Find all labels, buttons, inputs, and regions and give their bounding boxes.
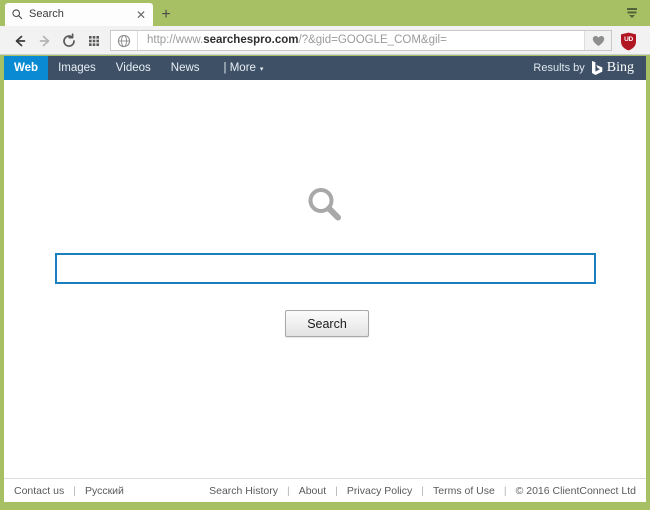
results-by-attribution: Results by Bing [533,56,646,80]
footer-separator: | [73,484,76,497]
tab-title: Search [29,8,64,20]
address-bar[interactable]: http://www.searchespro.com/?&gid=GOOGLE_… [110,30,612,51]
arrow-right-icon[interactable] [36,32,54,50]
reload-icon[interactable] [60,32,78,50]
footer-link-russian[interactable]: Русский [85,485,124,497]
search-input[interactable] [57,255,594,282]
footer-separator: | [335,484,338,497]
browser-tab-search[interactable]: Search ✕ [5,3,153,26]
extension-badge-label: UD [624,36,633,43]
footer-separator: | [286,484,290,497]
results-by-label: Results by [533,62,585,74]
nav-item-images[interactable]: Images [48,56,106,80]
nav-more-label: | More [223,62,256,74]
url-text[interactable]: http://www.searchespro.com/?&gid=GOOGLE_… [138,31,584,50]
search-button[interactable]: Search [285,310,369,337]
bing-wordmark: Bing [606,60,634,75]
footer-right-links: Search History | About | Privacy Policy … [209,479,636,502]
page-viewport: Web Images Videos News | More ▾ Results … [4,56,646,502]
arrow-left-icon[interactable] [11,32,29,50]
globe-icon[interactable] [111,31,138,50]
tab-strip: Search ✕ + [0,0,650,26]
footer-link-search-history[interactable]: Search History [209,485,278,497]
footer-left-links: Contact us | Русский [14,479,124,502]
site-navigation-bar: Web Images Videos News | More ▾ Results … [4,56,646,80]
close-icon[interactable]: ✕ [135,9,147,21]
footer-link-privacy-policy[interactable]: Privacy Policy [347,485,412,497]
page-content: Search Contact us | Русский Search Histo… [4,80,646,502]
nav-item-news[interactable]: News [161,56,210,80]
apps-grid-icon[interactable] [85,32,103,50]
chevron-down-icon: ▾ [259,66,264,73]
browser-window: Search ✕ + http://www.searchespro.com/?&… [0,0,650,510]
footer-link-about[interactable]: About [299,485,326,497]
nav-item-more[interactable]: | More ▾ [210,56,272,80]
search-magnifier-icon [11,8,24,21]
footer-copyright: © 2016 ClientConnect Ltd [515,484,636,497]
footer-separator: | [503,484,507,497]
heart-icon[interactable] [584,31,611,50]
magnifier-logo-icon [4,184,646,226]
footer-link-contact-us[interactable]: Contact us [14,485,64,497]
browser-toolbar: http://www.searchespro.com/?&gid=GOOGLE_… [0,26,650,55]
hamburger-menu-icon[interactable] [622,4,642,22]
nav-item-web[interactable]: Web [4,56,49,80]
nav-item-videos[interactable]: Videos [106,56,161,80]
new-tab-button[interactable]: + [157,6,175,24]
footer-link-terms-of-use[interactable]: Terms of Use [433,485,495,497]
search-box[interactable] [55,253,596,284]
bing-mark-icon [591,61,603,75]
shield-icon[interactable]: UD [620,32,637,51]
page-footer: Contact us | Русский Search History | Ab… [4,478,646,502]
footer-separator: | [421,484,424,497]
bing-logo[interactable]: Bing [590,60,634,76]
